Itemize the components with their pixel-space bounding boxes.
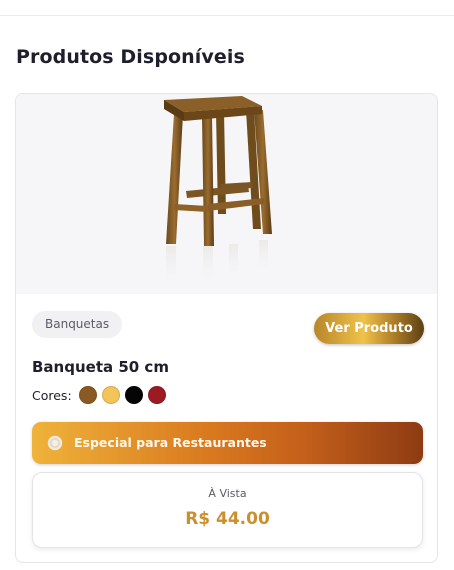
color-swatch-red[interactable]	[147, 386, 166, 404]
color-swatch-brown[interactable]	[78, 386, 97, 404]
color-options: Cores:	[32, 385, 171, 405]
special-restaurants-banner: Especial para Restaurantes	[32, 422, 423, 464]
product-image[interactable]	[16, 94, 437, 294]
section-title: Produtos Disponíveis	[16, 46, 245, 68]
top-divider	[0, 15, 454, 16]
view-product-button[interactable]: Ver Produto	[314, 313, 424, 344]
category-badge[interactable]: Banquetas	[32, 311, 123, 338]
product-card: Banquetas Ver Produto Banqueta 50 cm Cor…	[15, 93, 438, 563]
stool-illustration	[164, 96, 272, 292]
price-label: À Vista	[208, 487, 247, 500]
price-box: À Vista R$ 44.00	[32, 472, 423, 548]
product-name: Banqueta 50 cm	[32, 358, 169, 376]
color-swatch-yellow[interactable]	[101, 386, 120, 404]
plate-icon	[47, 435, 63, 451]
price-value: R$ 44.00	[185, 509, 270, 529]
colors-label: Cores:	[32, 387, 72, 403]
special-label: Especial para Restaurantes	[74, 435, 267, 450]
color-swatch-black[interactable]	[124, 386, 143, 404]
